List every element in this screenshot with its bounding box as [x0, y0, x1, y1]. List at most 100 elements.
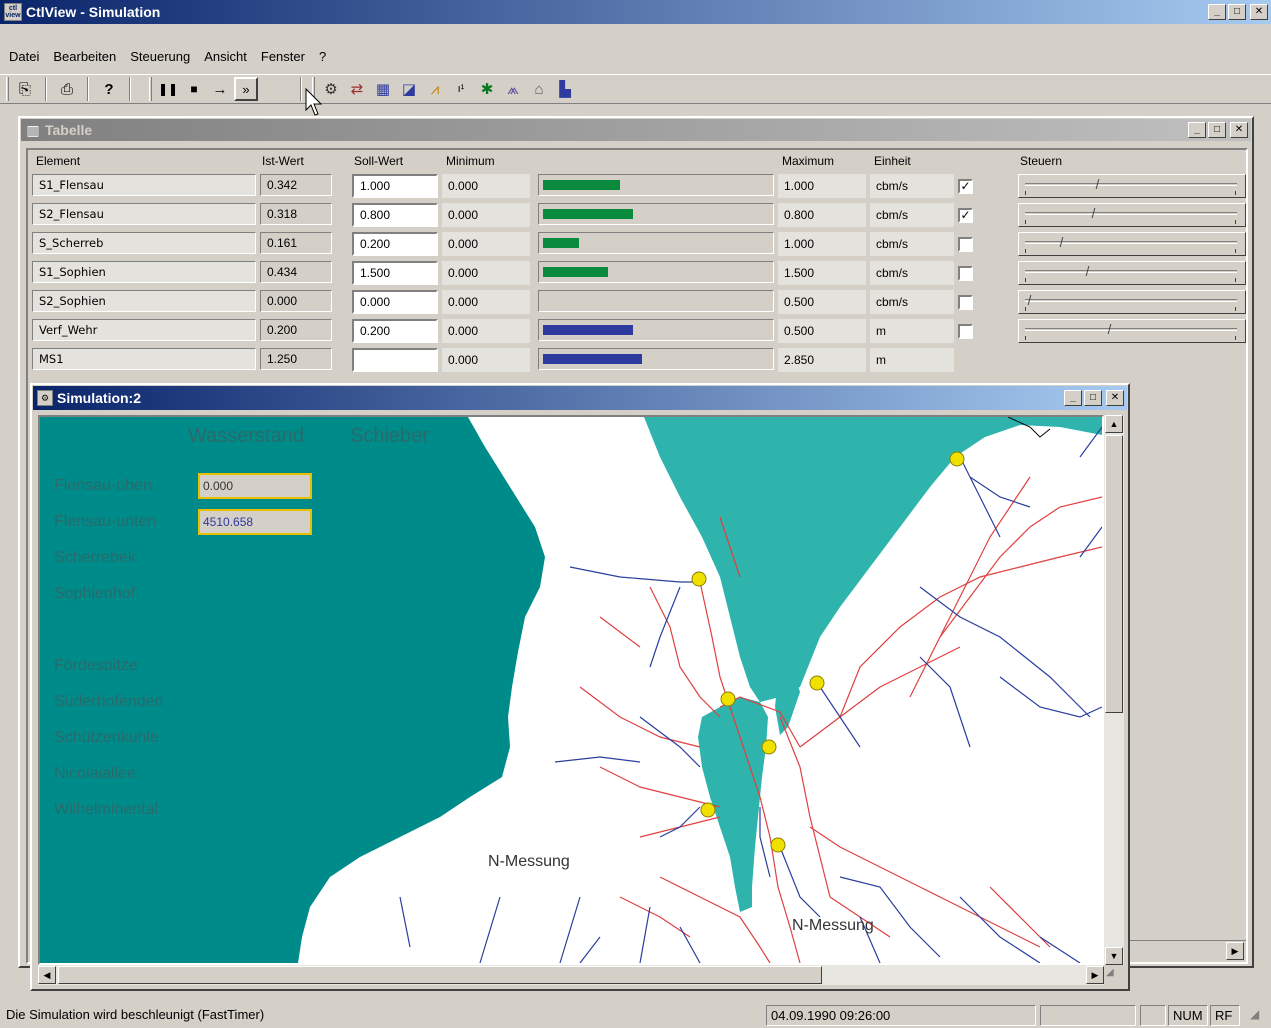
cell-soll-wert[interactable]: 1.000 [352, 174, 438, 198]
control-checkbox[interactable] [958, 261, 982, 285]
bar-chart-icon[interactable]: ▙ [553, 77, 577, 101]
minimize-button[interactable]: _ [1064, 390, 1082, 406]
col-header-element[interactable]: Element [30, 150, 256, 172]
control-slider[interactable] [1018, 232, 1246, 256]
value-flensau-oben[interactable]: 0.000 [198, 473, 312, 499]
col-header-steuern[interactable]: Steuern [1014, 150, 1244, 172]
cell-soll-wert[interactable]: 0.200 [352, 319, 438, 343]
col-header-ist[interactable]: Ist-Wert [256, 150, 348, 172]
stop-icon[interactable]: ■ [182, 77, 206, 101]
close-button[interactable]: ✕ [1230, 122, 1248, 138]
close-button[interactable]: ✕ [1106, 390, 1124, 406]
menu-bearbeiten[interactable]: Bearbeiten [46, 49, 123, 65]
control-checkbox[interactable]: ✓ [958, 174, 982, 198]
map-vscroll[interactable]: ▲ ▼ [1104, 415, 1124, 965]
scroll-right-button[interactable]: ▶ [1226, 942, 1244, 960]
scroll-thumb[interactable] [1105, 435, 1123, 713]
diagram-icon[interactable]: ◪ [397, 77, 421, 101]
cell-soll-wert[interactable]: 1.500 [352, 261, 438, 285]
scroll-up-button[interactable]: ▲ [1105, 415, 1123, 433]
control-checkbox[interactable] [958, 232, 982, 256]
signal-icon[interactable]: ı¹ [449, 77, 473, 101]
scroll-down-button[interactable]: ▼ [1105, 947, 1123, 965]
control-slider[interactable] [1018, 290, 1246, 314]
cell-soll-wert[interactable]: 0.000 [352, 290, 438, 314]
fast-forward-icon[interactable]: » [234, 77, 258, 101]
col-header-max[interactable]: Maximum [776, 150, 868, 172]
checkbox[interactable]: ✓ [958, 178, 973, 194]
close-button[interactable]: ✕ [1250, 4, 1268, 20]
checkbox[interactable]: ✓ [958, 207, 973, 223]
cell-ist-wert: 0.161 [260, 232, 332, 254]
col-header-bar[interactable] [532, 150, 776, 172]
cell-einheit: cbm/s [870, 203, 954, 227]
traffic-light-icon[interactable]: ✱ [475, 77, 499, 101]
col-header-soll[interactable]: Soll-Wert [348, 150, 440, 172]
step-icon[interactable]: → [208, 77, 232, 101]
building-icon[interactable]: ⌂ [527, 77, 551, 101]
station-nicolaiallee[interactable]: Nicolaiallee [54, 765, 136, 783]
station-wilhelminental[interactable]: Wilhelminental [54, 801, 158, 819]
control-slider[interactable] [1018, 174, 1246, 198]
checkbox[interactable] [958, 265, 973, 281]
cell-soll-wert[interactable]: 0.800 [352, 203, 438, 227]
pause-icon[interactable]: ❚❚ [156, 77, 180, 101]
control-checkbox[interactable]: ✓ [958, 203, 982, 227]
station-suederhofenden[interactable]: Süderhofenden [54, 693, 163, 711]
cell-maximum: 0.500 [778, 290, 866, 314]
station-foerdespitze[interactable]: Fördespitze [54, 657, 138, 675]
label-schieber: Schieber [350, 425, 429, 447]
checkbox[interactable] [958, 236, 973, 252]
minimize-button[interactable]: _ [1208, 4, 1226, 20]
toolbar-grip [6, 77, 9, 101]
cell-ist-wert: 1.250 [260, 348, 332, 370]
station-scherrebek[interactable]: Scherrebek [54, 549, 136, 567]
control-checkbox[interactable] [958, 290, 982, 314]
menu-steuerung[interactable]: Steuerung [123, 49, 197, 65]
station-flensau-oben[interactable]: Flensau-oben [54, 477, 152, 495]
status-panel-empty [1040, 1005, 1136, 1026]
chart-icon[interactable]: ⩘ [423, 77, 447, 101]
station-flensau-unten[interactable]: Flensau-unten [54, 513, 156, 531]
maximize-button[interactable]: □ [1084, 390, 1102, 406]
slider-groove [1025, 299, 1237, 302]
cell-element: S_Scherreb [32, 232, 256, 254]
value-flensau-unten[interactable]: 4510.658 [198, 509, 312, 535]
cell-soll-wert[interactable]: 0.200 [352, 232, 438, 256]
control-slider[interactable] [1018, 203, 1246, 227]
col-header-min[interactable]: Minimum [440, 150, 532, 172]
scroll-thumb[interactable] [58, 966, 822, 984]
control-checkbox[interactable] [958, 319, 982, 343]
print-icon[interactable]: ⎙ [55, 77, 79, 101]
graph-icon[interactable]: ⩕ [501, 77, 525, 101]
size-grip-icon[interactable]: ◢ [1106, 967, 1124, 985]
size-grip-icon[interactable]: ◢ [1250, 1007, 1259, 1021]
flow-icon[interactable]: ⇄ [345, 77, 369, 101]
cell-element: S2_Sophien [32, 290, 256, 312]
menu-fenster[interactable]: Fenster [254, 49, 312, 65]
station-schuetzenkuhle[interactable]: Schützenkuhle [54, 729, 159, 747]
cell-soll-wert[interactable] [352, 348, 438, 372]
minimize-button[interactable]: _ [1188, 122, 1206, 138]
control-slider[interactable] [1018, 261, 1246, 285]
col-header-einheit[interactable]: Einheit [868, 150, 954, 172]
map-hscroll[interactable]: ◀ ▶ [38, 965, 1104, 985]
station-sophienhof[interactable]: Sophienhof [54, 585, 135, 603]
copy-icon[interactable]: ⎘ [13, 77, 37, 101]
scroll-right-button[interactable]: ▶ [1086, 966, 1104, 984]
checkbox[interactable] [958, 294, 973, 310]
water-top [644, 417, 1102, 702]
col-header-check[interactable] [954, 150, 1014, 172]
cell-einheit: m [870, 319, 954, 343]
checkbox[interactable] [958, 323, 973, 339]
control-slider[interactable] [1018, 319, 1246, 343]
table-icon[interactable]: ▦ [371, 77, 395, 101]
menu-help[interactable]: ? [312, 49, 333, 65]
scroll-left-button[interactable]: ◀ [38, 966, 56, 984]
maximize-button[interactable]: □ [1208, 122, 1226, 138]
help-icon[interactable]: ? [97, 77, 121, 101]
map-canvas[interactable]: Wasserstand Schieber Flensau-oben 0.000 … [38, 415, 1104, 965]
maximize-button[interactable]: □ [1228, 4, 1246, 20]
menu-datei[interactable]: Datei [2, 49, 46, 65]
menu-ansicht[interactable]: Ansicht [197, 49, 254, 65]
